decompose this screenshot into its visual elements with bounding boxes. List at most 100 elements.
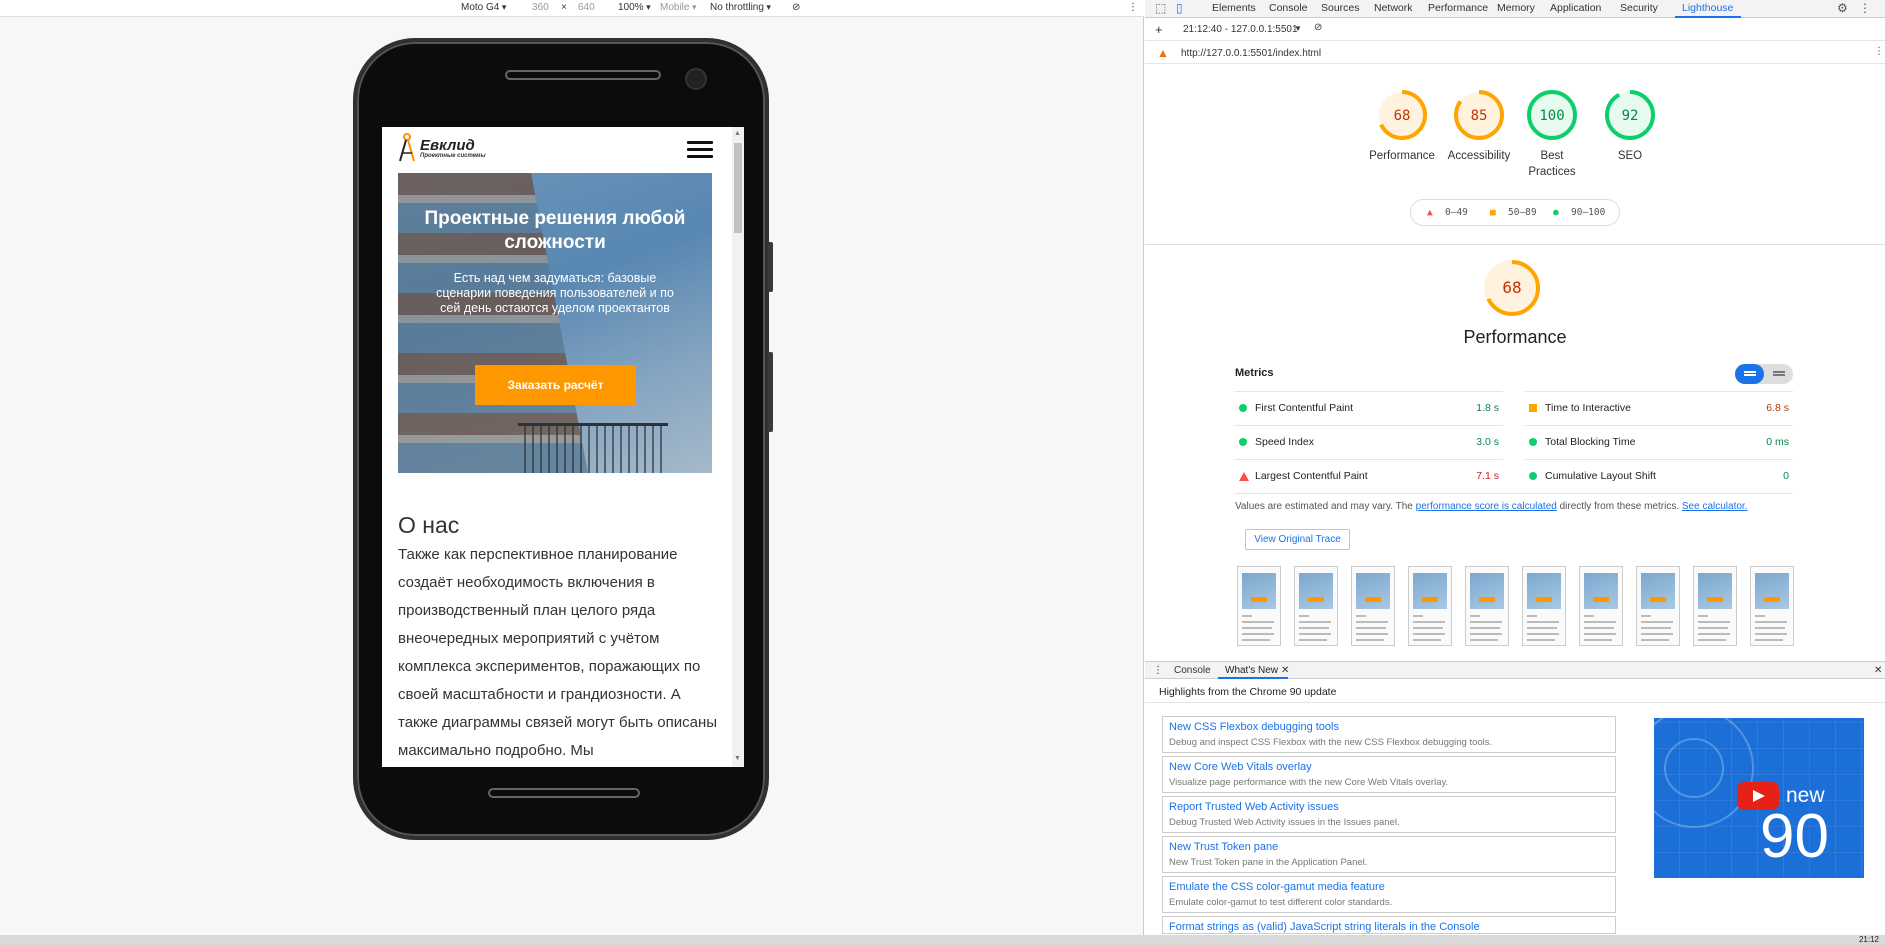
video-ring-decoration — [1664, 738, 1724, 798]
whats-new-item[interactable]: Format strings as (valid) JavaScript str… — [1162, 916, 1616, 934]
report-select[interactable]: 21:12:40 - 127.0.0.1:5501 — [1183, 24, 1298, 35]
chrome-90-video-thumbnail[interactable]: new 90 — [1654, 718, 1864, 878]
metric-status-good-icon — [1239, 404, 1247, 412]
filmstrip-frame[interactable] — [1351, 566, 1395, 646]
filmstrip-frame[interactable] — [1522, 566, 1566, 646]
score-gauge-label: SEO — [1617, 150, 1643, 162]
inspect-element-icon[interactable]: ⬚ — [1155, 1, 1166, 15]
active-tab-indicator — [1675, 16, 1741, 18]
drawer-menu-icon[interactable]: ⋮ — [1153, 665, 1163, 676]
whats-new-item-title[interactable]: New Trust Token pane — [1169, 841, 1278, 853]
tab-elements[interactable]: Elements — [1212, 2, 1256, 14]
page-scrollbar[interactable]: ▲ ▼ — [732, 127, 744, 767]
tab-performance[interactable]: Performance — [1428, 2, 1488, 14]
devtools-menu-icon[interactable]: ⋮ — [1859, 1, 1871, 15]
view-original-trace-button[interactable]: View Original Trace — [1245, 529, 1350, 550]
filmstrip-frame[interactable] — [1750, 566, 1794, 646]
tab-network[interactable]: Network — [1374, 2, 1413, 14]
phone-volume-button — [768, 242, 773, 292]
tab-lighthouse[interactable]: Lighthouse — [1682, 2, 1733, 14]
scrollbar-thumb[interactable] — [734, 143, 742, 233]
note-prefix: Values are estimated and may vary. The — [1235, 501, 1416, 512]
chevron-down-icon[interactable]: ▼ — [1294, 24, 1302, 33]
filmstrip-frame[interactable] — [1294, 566, 1338, 646]
whats-new-item[interactable]: New Core Web Vitals overlay Visualize pag… — [1162, 756, 1616, 793]
tab-memory[interactable]: Memory — [1497, 2, 1535, 14]
order-calculation-button[interactable]: Заказать расчёт — [475, 365, 636, 405]
rotate-icon[interactable]: ⊘ — [792, 2, 800, 13]
metric-row[interactable]: Total Blocking Time 0 ms — [1525, 425, 1793, 459]
performance-big-score: 68 — [1502, 278, 1521, 297]
zoom-select[interactable]: 100% — [618, 2, 651, 13]
compact-view-icon[interactable] — [1735, 364, 1764, 384]
metric-name: Cumulative Layout Shift — [1545, 470, 1656, 482]
drawer-tab-whats-new[interactable]: What's New — [1225, 665, 1278, 676]
device-toolbar-icon[interactable]: ▯ — [1176, 1, 1183, 15]
report-menu-icon[interactable]: ⋮ — [1874, 46, 1884, 57]
device-select[interactable]: Moto G4 — [461, 2, 506, 13]
scroll-up-icon[interactable]: ▲ — [734, 130, 741, 137]
filmstrip-frame[interactable] — [1579, 566, 1623, 646]
whats-new-item-title[interactable]: New CSS Flexbox debugging tools — [1169, 721, 1339, 733]
see-calculator-link[interactable]: See calculator. — [1682, 501, 1748, 512]
filmstrip-frame[interactable] — [1636, 566, 1680, 646]
more-options-icon[interactable]: ⋮ — [1128, 2, 1138, 13]
tab-sources[interactable]: Sources — [1321, 2, 1360, 14]
hero-text: Есть над чем задуматься: базовые сценари… — [436, 271, 674, 315]
expanded-view-icon[interactable] — [1764, 364, 1793, 384]
close-drawer-icon[interactable]: ✕ — [1874, 665, 1882, 676]
metric-name: Largest Contentful Paint — [1255, 470, 1368, 482]
drawer-tab-console[interactable]: Console — [1174, 665, 1211, 676]
whats-new-item[interactable]: New CSS Flexbox debugging tools Debug and… — [1162, 716, 1616, 753]
height-input[interactable]: 640 — [578, 2, 595, 13]
filmstrip-frame[interactable] — [1408, 566, 1452, 646]
tab-console[interactable]: Console — [1269, 2, 1308, 14]
compass-logo-icon — [399, 133, 415, 162]
scroll-down-icon[interactable]: ▼ — [734, 755, 741, 762]
whats-new-item[interactable]: New Trust Token pane New Trust Token pane… — [1162, 836, 1616, 873]
metric-row[interactable]: First Contentful Paint 1.8 s — [1235, 391, 1503, 425]
score-gauge[interactable]: 100 — [1525, 88, 1579, 142]
metric-row[interactable]: Largest Contentful Paint 7.1 s — [1235, 459, 1503, 493]
metrics-view-toggle[interactable] — [1735, 364, 1793, 384]
whats-new-item-title[interactable]: Emulate the CSS color-gamut media featur… — [1169, 881, 1385, 893]
metric-value: 6.8 s — [1766, 402, 1789, 414]
bad-range-icon: ▲ — [1427, 207, 1433, 218]
metric-name: Total Blocking Time — [1545, 436, 1636, 448]
lighthouse-logo-icon: ▲ — [1157, 46, 1169, 60]
metric-row[interactable]: Cumulative Layout Shift 0 — [1525, 459, 1793, 493]
whats-new-item[interactable]: Report Trusted Web Activity issues Debug … — [1162, 796, 1616, 833]
menu-icon[interactable] — [687, 141, 713, 159]
score-gauge[interactable]: 85 — [1452, 88, 1506, 142]
score-gauge-value: 85 — [1471, 108, 1488, 124]
whats-new-item[interactable]: Emulate the CSS color-gamut media featur… — [1162, 876, 1616, 913]
report-url[interactable]: http://127.0.0.1:5501/index.html — [1181, 48, 1321, 59]
filmstrip-frame[interactable] — [1693, 566, 1737, 646]
clear-reports-icon[interactable]: ⊘ — [1314, 22, 1322, 33]
metric-row[interactable]: Speed Index 3.0 s — [1235, 425, 1503, 459]
metric-row[interactable]: Time to Interactive 6.8 s — [1525, 391, 1793, 425]
metrics-note: Values are estimated and may vary. The p… — [1235, 501, 1795, 512]
lighthouse-toolbar: + 21:12:40 - 127.0.0.1:5501 ▼ ⊘ — [1145, 19, 1885, 41]
score-gauge[interactable]: 92 — [1603, 88, 1657, 142]
metric-status-good-icon — [1239, 438, 1247, 446]
score-gauge-value: 68 — [1394, 108, 1411, 124]
filmstrip-frame[interactable] — [1465, 566, 1509, 646]
logo-name[interactable]: Евклид — [420, 137, 475, 154]
metric-value: 0 — [1783, 470, 1789, 482]
section-divider — [1145, 244, 1885, 245]
filmstrip-frame[interactable] — [1237, 566, 1281, 646]
tab-security[interactable]: Security — [1620, 2, 1658, 14]
throttling-select[interactable]: No throttling — [710, 2, 771, 13]
whats-new-item-title[interactable]: Format strings as (valid) JavaScript str… — [1169, 921, 1480, 933]
close-tab-icon[interactable]: ✕ — [1281, 665, 1289, 676]
tab-application[interactable]: Application — [1550, 2, 1601, 14]
score-calculated-link[interactable]: performance score is calculated — [1416, 501, 1557, 512]
whats-new-item-title[interactable]: Report Trusted Web Activity issues — [1169, 801, 1339, 813]
mode-select[interactable]: Mobile — [660, 2, 697, 13]
new-report-icon[interactable]: + — [1155, 22, 1163, 37]
settings-gear-icon[interactable]: ⚙ — [1837, 1, 1848, 15]
whats-new-item-title[interactable]: New Core Web Vitals overlay — [1169, 761, 1312, 773]
score-gauge[interactable]: 68 — [1375, 88, 1429, 142]
width-input[interactable]: 360 — [532, 2, 549, 13]
